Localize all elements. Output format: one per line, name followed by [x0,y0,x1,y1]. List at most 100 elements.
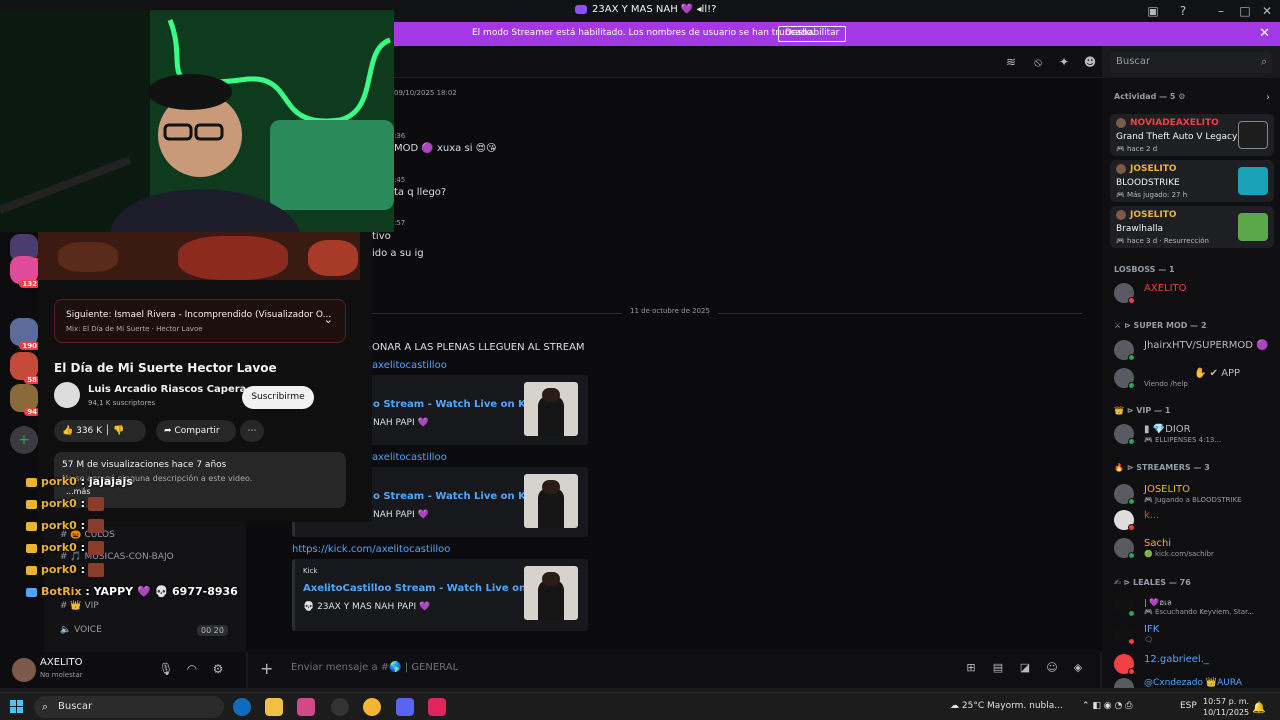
edge-icon[interactable] [233,698,251,716]
store-icon[interactable] [297,698,315,716]
channel-item[interactable]: # 👑 VIP [60,601,99,611]
app-icon[interactable] [331,698,349,716]
member-status: 🗨 [1144,636,1153,644]
taskbar-search[interactable]: ⌕ Buscar [34,696,224,718]
server-icon[interactable]: 58 [10,352,40,384]
maximize-icon[interactable]: □ [1237,3,1253,19]
notification-icon[interactable]: 🔔 [1252,701,1266,714]
status-dot [1128,297,1135,304]
embed-title[interactable]: o Stream - Watch Live on Kick [373,399,542,410]
chevron-right-icon[interactable]: › [1266,92,1270,103]
kick-link[interactable]: https://kick.com/axelitocastilloo [292,544,450,555]
threads-icon[interactable]: ≋ [1004,55,1018,69]
embed-desc: NAH PAPI 💜 [373,510,429,520]
embed-desc: NAH PAPI 💜 [373,418,429,428]
member-name: JhairxHTV/SUPERMOD 🟣 [1144,340,1269,351]
message-text: ta q llego? [394,187,447,198]
windows-start-icon[interactable] [10,700,24,714]
sticker-icon[interactable]: ◪ [1018,661,1032,675]
discord-icon[interactable] [396,698,414,716]
chat-text: : [80,519,86,532]
more-actions-icon[interactable]: ⋯ [240,420,264,442]
chat-user: pork0 [41,519,77,532]
channel-name[interactable]: Luis Arcadio Riascos Capera [88,384,246,395]
member-item[interactable]: IFK 🗨 [1114,622,1274,646]
weather-widget[interactable]: ☁ 25°C Mayorm. nubla... [950,701,1063,711]
member-item[interactable]: | 💜ฮเล 🎮 Escuchando Keyviem, Star... [1114,594,1274,618]
embed-title[interactable]: AxelitoCastilloo Stream - Watch Live on … [303,583,553,594]
emote-icon [88,519,105,533]
add-server-icon[interactable]: + [10,426,38,454]
activity-card[interactable]: NOVIADEAXELITO Grand Theft Auto V Legacy… [1110,114,1274,156]
show-more[interactable]: ...más [66,487,91,496]
subscribe-button[interactable]: Suscribirme [242,386,314,409]
file-explorer-icon[interactable] [265,698,283,716]
member-name: JOSELITO [1144,484,1190,495]
member-name: AXELITO [1144,283,1187,294]
embed-title[interactable]: o Stream - Watch Live on Kick [373,491,542,502]
tiktok-icon[interactable] [428,698,446,716]
avatar [1114,678,1134,688]
settings-gear-icon[interactable]: ⚙ [210,662,226,678]
member-item[interactable]: JOSELITO 🎮 Jugando a BLOODSTRIKE [1114,482,1274,506]
cloud-icon: ☁ [950,701,959,711]
status-dot [1128,498,1135,505]
member-name: k... [1144,510,1160,521]
status-dot [1128,438,1135,445]
kick-link[interactable]: axelitocastilloo [372,360,447,371]
activity-card[interactable]: JOSELITO Brawlhalla 🎮 hace 3 d · Resurre… [1110,206,1274,248]
share-button[interactable]: ➦ Compartir [156,420,236,442]
gift-icon[interactable]: ⊞ [964,661,978,675]
add-attachment-icon[interactable]: + [260,659,273,678]
gif-icon[interactable]: ▤ [991,661,1005,675]
role-header: LOSBOSS — 1 [1114,265,1175,274]
mute-bell-icon[interactable]: ⦸ [1031,55,1045,69]
member-item[interactable]: AXELITO [1114,281,1274,305]
tray-icons[interactable]: ⌃ ◧ ◉ ◔ ⎙ [1082,701,1132,711]
thumbs-up-icon: 👍 [62,426,74,436]
member-status: 🎮 Jugando a BLOODSTRIKE [1144,496,1242,504]
message-input[interactable]: + Enviar mensaje a #🌎 | GENERAL ⊞ ▤ ◪ ☺ … [248,650,1100,688]
taskbar: ⌕ Buscar ☁ 25°C Mayorm. nubla... ⌃ ◧ ◉ ◔ … [0,692,1280,720]
language-indicator[interactable]: ESP [1180,701,1197,711]
server-icon[interactable]: 132 [10,256,40,288]
inbox-icon[interactable]: ▣ [1145,3,1161,19]
help-icon[interactable]: ? [1175,3,1191,19]
channel-avatar[interactable] [54,382,80,408]
voice-category[interactable]: 🔈 VOICE [60,625,102,635]
activity-card[interactable]: JOSELITO BLOODSTRIKE 🎮 Más jugado: 27 h [1110,160,1274,202]
stream-chat-line: pork0 : [26,563,105,577]
minimize-icon[interactable]: – [1213,3,1229,19]
chrome-icon[interactable] [363,698,381,716]
server-icon[interactable]: 190 [10,318,40,350]
emoji-icon[interactable]: ☺ [1045,661,1059,675]
chevron-down-icon[interactable]: ⌄ [324,313,333,326]
video-player[interactable] [38,232,360,280]
pin-icon[interactable]: ✦ [1057,55,1071,69]
member-item[interactable]: JhairxHTV/SUPERMOD 🟣 [1114,338,1274,362]
member-item[interactable]: @Cxndezado 👑AURA [1114,676,1274,688]
headphones-icon[interactable]: ◠ [184,662,200,678]
like-button[interactable]: 👍 336 K │ 👎 [54,420,146,442]
server-icon[interactable]: 94 [10,384,40,416]
status-dot [1128,382,1135,389]
members-icon[interactable]: ☻ [1083,55,1097,69]
member-item[interactable]: 12.gabrieel._ [1114,652,1274,676]
window-title: 23AX Y MAS NAH 💜 ◂ll!? [575,4,716,15]
apps-icon[interactable]: ◈ [1071,661,1085,675]
up-next-card[interactable]: Siguiente: Ismael Rivera - Incomprendido… [54,299,346,343]
member-item[interactable]: Sachi 🟢 kick.com/sachibr [1114,536,1274,560]
link-embed: Kick AxelitoCastilloo Stream - Watch Liv… [292,559,588,631]
voice-count-b: 20 [213,626,224,635]
clock[interactable]: 10:57 p. m. 10/11/2025 [1203,696,1249,718]
avatar[interactable] [12,658,36,682]
close-window-icon[interactable]: ✕ [1259,3,1275,19]
member-item[interactable]: ▮ 💎DIOR 🎮 ELLIPENSES 4:13... [1114,422,1274,446]
kick-link[interactable]: axelitocastilloo [372,452,447,463]
member-item[interactable]: k... [1114,508,1274,532]
search-input[interactable]: Buscar ⌕ [1110,52,1272,73]
member-item[interactable]: ✋ ✔ APP Viendo /help [1114,366,1274,390]
disable-streamer-button[interactable]: Deshabilitar [778,26,847,42]
microphone-icon[interactable]: 🎙 [158,662,174,678]
close-banner-icon[interactable]: ✕ [1259,26,1270,41]
